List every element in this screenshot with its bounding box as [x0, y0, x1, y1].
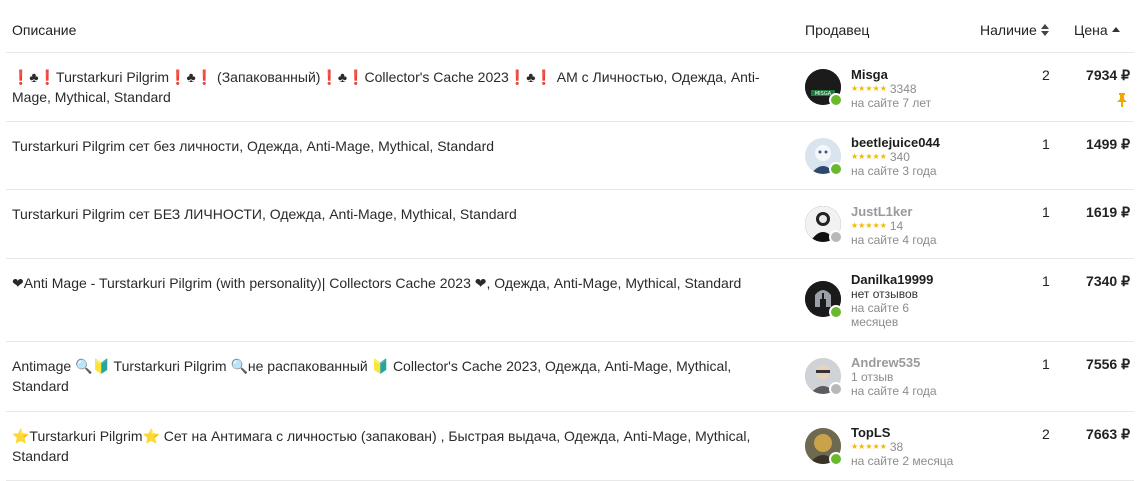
offer-price: 1499 ₽: [1086, 136, 1130, 152]
sort-ascending-icon: [1111, 26, 1120, 32]
seller-since: на сайте 3 года: [851, 164, 937, 178]
seller-reviews: нет отзывов: [851, 287, 919, 301]
table-row[interactable]: ❤Anti Mage - Turstarkuri Pilgrim (with p…: [6, 259, 1134, 342]
seller-name[interactable]: Danilka19999: [851, 272, 941, 287]
offer-price: 7934 ₽: [1086, 67, 1130, 83]
seller-rating: ★★★★★ 38: [851, 440, 953, 454]
rating-stars-icon: ★★★★★: [851, 152, 887, 161]
header-seller: Продавец: [805, 22, 870, 38]
offer-description: Turstarkuri Pilgrim сет без личности, Од…: [12, 138, 495, 154]
seller-avatar-wrap[interactable]: [805, 428, 843, 466]
offers-table: Описание Продавец Наличие Цена ❗♣❗Tursta…: [6, 0, 1134, 481]
online-status-icon: [829, 162, 843, 176]
seller-since: на сайте 6 месяцев: [851, 301, 910, 329]
header-price-label: Цена: [1074, 22, 1108, 38]
seller-info: beetlejuice044 ★★★★★ 340 на сайте 3 года: [851, 135, 940, 178]
seller-since: на сайте 2 месяца: [851, 454, 954, 468]
seller-avatar-wrap[interactable]: [805, 358, 843, 396]
seller-name[interactable]: beetlejuice044: [851, 135, 940, 150]
rating-stars-icon: ★★★★★: [851, 84, 887, 93]
offer-price: 7340 ₽: [1086, 273, 1130, 289]
seller-since: на сайте 7 лет: [851, 96, 932, 110]
online-status-icon: [829, 452, 843, 466]
seller-name[interactable]: Misga: [851, 67, 931, 82]
header-stock-sort[interactable]: Наличие: [980, 22, 1049, 38]
online-status-icon: [829, 93, 843, 107]
seller-rating: ★★★★★ 14: [851, 219, 937, 233]
offer-price: 1619 ₽: [1086, 204, 1130, 220]
rating-count: 3348: [889, 82, 917, 96]
offer-description: ⭐Turstarkuri Pilgrim⭐ Сет на Антимага с …: [12, 428, 751, 464]
offer-description: ❤Anti Mage - Turstarkuri Pilgrim (with p…: [12, 275, 742, 291]
pin-icon: [1116, 93, 1128, 110]
seller-info: TopLS ★★★★★ 38 на сайте 2 месяца: [851, 425, 953, 468]
rating-stars-icon: ★★★★★: [851, 221, 887, 230]
sort-both-icon: [1040, 24, 1049, 36]
table-row[interactable]: Antimage 🔍🔰 Turstarkuri Pilgrim 🔍не расп…: [6, 342, 1134, 412]
seller-name[interactable]: JustL1ker: [851, 204, 937, 219]
online-status-icon: [829, 305, 843, 319]
seller-avatar-wrap[interactable]: MISGA: [805, 69, 843, 107]
offer-description: Turstarkuri Pilgrim сет БЕЗ ЛИЧНОСТИ, Од…: [12, 206, 517, 222]
offer-description: ❗♣❗Turstarkuri Pilgrim❗♣❗ (Запакованный)…: [12, 69, 760, 105]
stock-count: 1: [1042, 136, 1050, 152]
seller-info: Danilka19999 нет отзывов на сайте 6 меся…: [851, 272, 941, 329]
stock-count: 2: [1042, 426, 1050, 442]
seller-reviews: 1 отзыв: [851, 370, 894, 384]
header-stock-label: Наличие: [980, 22, 1037, 38]
rating-count: 14: [889, 219, 904, 233]
seller-name[interactable]: Andrew535: [851, 355, 937, 370]
seller-since: на сайте 4 года: [851, 384, 937, 398]
seller-since: на сайте 4 года: [851, 233, 937, 247]
seller-info: Andrew535 1 отзыв на сайте 4 года: [851, 355, 937, 398]
seller-info: Misga ★★★★★ 3348 на сайте 7 лет: [851, 67, 931, 110]
offer-price: 7556 ₽: [1086, 356, 1130, 372]
header-price-sort[interactable]: Цена: [1074, 22, 1120, 38]
seller-rating: ★★★★★ 3348: [851, 82, 931, 96]
rating-count: 340: [889, 150, 910, 164]
table-header: Описание Продавец Наличие Цена: [6, 0, 1134, 53]
table-row[interactable]: ⭐Turstarkuri Pilgrim⭐ Сет на Антимага с …: [6, 412, 1134, 481]
stock-count: 1: [1042, 273, 1050, 289]
seller-rating: ★★★★★ 340: [851, 150, 940, 164]
rating-count: 38: [889, 440, 904, 454]
offer-price: 7663 ₽: [1086, 426, 1130, 442]
offline-status-icon: [829, 230, 843, 244]
stock-count: 2: [1042, 67, 1050, 83]
offline-status-icon: [829, 382, 843, 396]
rating-stars-icon: ★★★★★: [851, 442, 887, 451]
seller-avatar-wrap[interactable]: [805, 206, 843, 244]
seller-name[interactable]: TopLS: [851, 425, 953, 440]
seller-avatar-wrap[interactable]: [805, 138, 843, 176]
offer-description: Antimage 🔍🔰 Turstarkuri Pilgrim 🔍не расп…: [12, 358, 732, 394]
table-row[interactable]: Turstarkuri Pilgrim сет без личности, Од…: [6, 122, 1134, 190]
stock-count: 1: [1042, 204, 1050, 220]
seller-info: JustL1ker ★★★★★ 14 на сайте 4 года: [851, 204, 937, 247]
seller-avatar-wrap[interactable]: [805, 281, 843, 319]
stock-count: 1: [1042, 356, 1050, 372]
table-row[interactable]: ❗♣❗Turstarkuri Pilgrim❗♣❗ (Запакованный)…: [6, 53, 1134, 122]
header-description: Описание: [12, 22, 77, 38]
table-row[interactable]: Turstarkuri Pilgrim сет БЕЗ ЛИЧНОСТИ, Од…: [6, 190, 1134, 259]
